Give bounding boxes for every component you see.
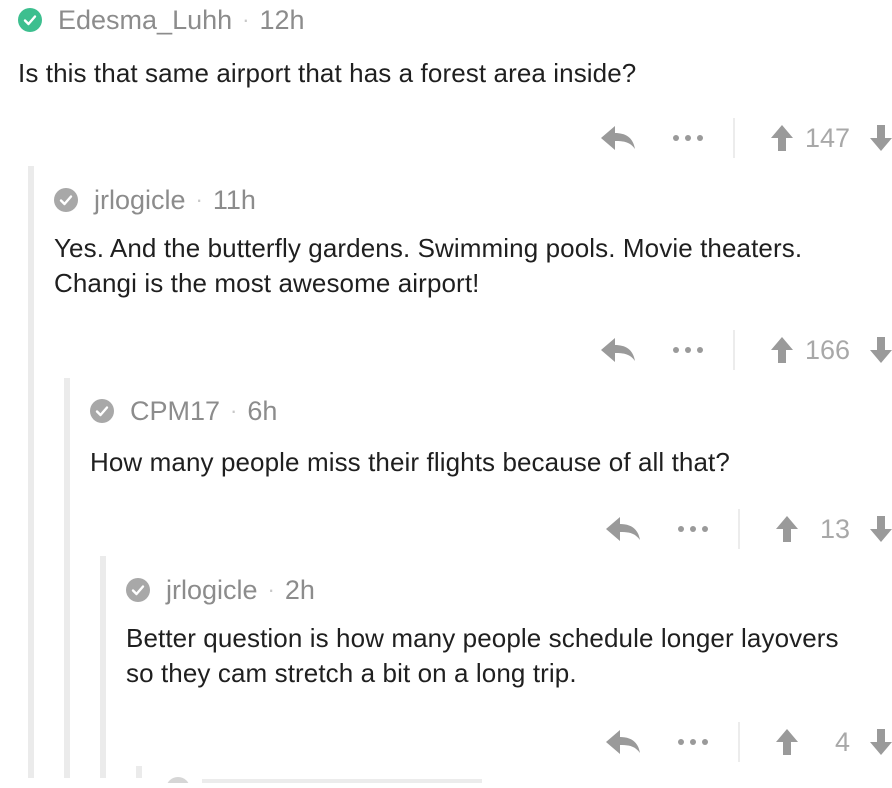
separator-dot: · (242, 7, 250, 32)
username[interactable]: jrlogicle (94, 185, 186, 216)
action-divider (738, 509, 740, 549)
comment-meta: CPM17 · 6h (90, 395, 892, 427)
downvote-icon[interactable] (870, 728, 892, 756)
more-options-icon[interactable] (672, 345, 703, 355)
comment-meta: Edesma_Luhh · 12h (18, 4, 892, 36)
thread-line-level-4 (136, 766, 142, 778)
comment-text: Yes. And the butterfly gardens. Swimming… (54, 233, 803, 298)
comment-actions: 13 (606, 509, 892, 549)
more-options-icon[interactable] (672, 133, 703, 143)
check-icon (126, 578, 150, 602)
comment: Edesma_Luhh · 12h Is this that same airp… (18, 4, 892, 164)
verified-check-icon (18, 8, 42, 32)
timestamp: 12h (259, 4, 305, 35)
comment: jrlogicle · 2h Better question is how ma… (126, 574, 892, 764)
more-options-icon[interactable] (678, 524, 708, 534)
downvote-icon[interactable] (870, 124, 892, 152)
thread-line-level-1 (28, 166, 34, 778)
comment-text: Is this that same airport that has a for… (18, 58, 637, 88)
comment-actions: 4 (606, 722, 892, 762)
username[interactable]: CPM17 (130, 396, 220, 427)
vote-score: 166 (804, 334, 850, 365)
upvote-icon[interactable] (776, 728, 798, 756)
action-divider (732, 330, 735, 370)
separator-dot: · (195, 187, 203, 212)
timestamp: 11h (212, 184, 256, 215)
partial-next-comment (162, 770, 492, 788)
vote-score: 147 (804, 122, 850, 153)
downvote-icon[interactable] (870, 336, 892, 364)
check-icon (90, 399, 114, 423)
comment-meta: jrlogicle · 11h (54, 184, 892, 216)
separator-dot: · (267, 577, 275, 602)
comment: CPM17 · 6h How many people miss their fl… (90, 395, 892, 555)
separator-dot: · (230, 398, 238, 423)
comment-meta: jrlogicle · 2h (126, 574, 892, 606)
thread-line-level-3 (100, 556, 106, 778)
action-divider (732, 118, 735, 158)
thread-line-level-2 (64, 378, 70, 778)
check-icon (54, 188, 78, 212)
reply-icon[interactable] (600, 125, 635, 151)
downvote-icon[interactable] (870, 515, 892, 543)
upvote-icon[interactable] (770, 124, 793, 152)
reply-icon[interactable] (606, 729, 640, 755)
action-divider (738, 722, 740, 762)
vote-score: 4 (834, 726, 850, 757)
reply-icon[interactable] (600, 337, 635, 363)
comment-text: How many people miss their flights becau… (90, 447, 730, 477)
comment-actions: 166 (600, 330, 892, 370)
comment-actions: 147 (600, 118, 892, 158)
reply-icon[interactable] (606, 516, 640, 542)
upvote-icon[interactable] (770, 336, 793, 364)
vote-score: 13 (819, 513, 850, 544)
comment-text: Better question is how many people sched… (126, 623, 839, 688)
comment: jrlogicle · 11h Yes. And the butterfly g… (54, 184, 892, 374)
more-options-icon[interactable] (678, 737, 708, 747)
username[interactable]: Edesma_Luhh (58, 5, 232, 36)
timestamp: 2h (284, 574, 315, 605)
username[interactable]: jrlogicle (166, 575, 258, 606)
upvote-icon[interactable] (776, 515, 798, 543)
timestamp: 6h (247, 395, 278, 426)
